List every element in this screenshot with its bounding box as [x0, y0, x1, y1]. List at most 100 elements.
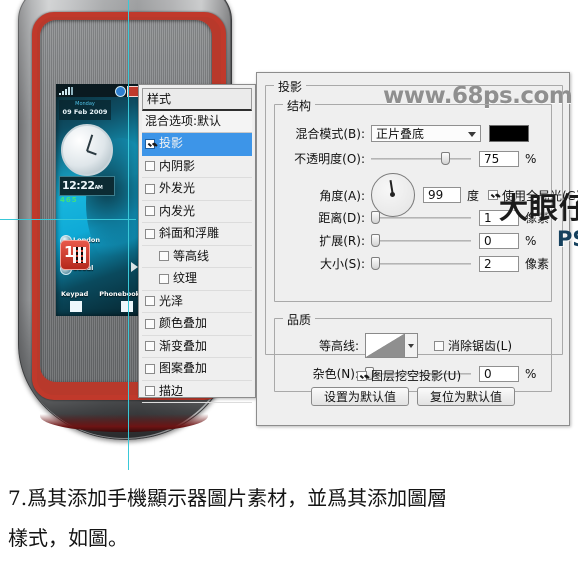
spread-row: 扩展(R): 0 %	[281, 232, 536, 249]
chevron-down-icon	[468, 132, 476, 137]
style-row-checkbox[interactable]	[145, 183, 155, 194]
blend-mode-value: 正片叠底	[376, 127, 425, 141]
style-row-label: 颜色叠加	[159, 316, 208, 330]
style-row-3[interactable]: 内发光	[142, 201, 252, 223]
lcd-softkey-right: Phonebook	[99, 290, 140, 298]
lcd-digital-clock: 12:22AM	[59, 176, 115, 196]
drop-shadow-group: 投影 结构 混合模式(B): 正片叠底 不透明度(O): 75 % 角度(A):…	[265, 78, 578, 392]
noise-label: 杂色(N):	[312, 367, 359, 381]
styles-panel-title: 样式	[142, 88, 252, 111]
reset-default-button[interactable]: 复位为默认值	[417, 387, 515, 406]
style-row-label: 渐变叠加	[159, 338, 208, 353]
contour-label: 等高线:	[318, 339, 359, 353]
style-row-1[interactable]: 内阴影	[142, 156, 252, 178]
spread-slider-knob[interactable]	[371, 233, 380, 247]
set-default-button[interactable]: 设置为默认值	[311, 387, 409, 406]
style-row-label: 内发光	[159, 203, 196, 218]
use-global-light-checkbox[interactable]	[488, 190, 499, 200]
style-row-checkbox[interactable]	[145, 161, 155, 172]
drop-shadow-options-panel: www.68ps.com 投影 结构 混合模式(B): 正片叠底 不透明度(O)…	[256, 72, 578, 426]
size-slider-knob[interactable]	[371, 256, 380, 270]
structure-group-label: 结构	[283, 97, 316, 114]
style-row-label: 内阴影	[159, 158, 196, 173]
style-row-checkbox[interactable]	[145, 386, 155, 397]
style-row-checkbox[interactable]	[145, 228, 155, 239]
distance-label: 距离(D):	[318, 211, 365, 225]
distance-slider[interactable]	[371, 210, 471, 225]
style-row-5[interactable]: 等高线	[142, 246, 252, 268]
blend-mode-select[interactable]: 正片叠底	[371, 125, 481, 142]
lcd-time: 12:22	[62, 179, 95, 192]
lcd-analog-clock	[61, 124, 113, 176]
angle-label: 角度(A):	[319, 188, 365, 203]
phonebook-icon	[121, 301, 133, 312]
antialias-checkbox[interactable]	[434, 340, 444, 351]
style-row-8[interactable]: 颜色叠加	[142, 313, 252, 336]
distance-row: 距离(D): 1 像素	[281, 209, 549, 226]
distance-input[interactable]: 1	[479, 209, 519, 226]
size-slider-track	[371, 262, 471, 265]
size-slider[interactable]	[371, 256, 471, 271]
contour-dropdown-button[interactable]	[405, 333, 418, 358]
signal-bars-icon	[59, 87, 74, 95]
opacity-slider-knob[interactable]	[441, 151, 450, 165]
contour-curve-graphic	[366, 334, 404, 357]
lcd-time-row: 12:22AM	[60, 177, 114, 197]
style-row-checkbox[interactable]	[145, 296, 155, 307]
style-row-11[interactable]: 描边	[142, 381, 252, 403]
opacity-label: 不透明度(O):	[294, 152, 365, 166]
lcd-ampm: AM	[94, 185, 103, 191]
lcd-status-bar	[56, 84, 142, 97]
caption-text: 7.爲其添加手機顯示器圖片素材，並爲其添加圖層 樣式，如圖。	[8, 478, 574, 558]
style-row-checkbox[interactable]	[145, 341, 155, 352]
lcd-weekday: Monday	[75, 101, 95, 107]
style-row-4[interactable]: 斜面和浮雕	[142, 223, 252, 246]
style-row-label: 投影	[159, 136, 184, 150]
style-row-checkbox[interactable]	[145, 363, 155, 374]
opacity-unit: %	[525, 151, 537, 166]
layer-styles-panel: 样式 混合选项:默认 投影内阴影外发光内发光斜面和浮雕等高线纹理光泽颜色叠加渐变…	[138, 84, 256, 403]
style-row-0[interactable]: 投影	[142, 133, 252, 156]
lcd-date: 09 Feb 2009	[62, 108, 108, 116]
opacity-slider[interactable]	[371, 151, 471, 166]
distance-slider-knob[interactable]	[371, 210, 380, 224]
style-row-checkbox[interactable]	[145, 206, 155, 217]
knockout-checkbox[interactable]	[357, 370, 367, 381]
style-row-2[interactable]: 外发光	[142, 178, 252, 201]
angle-input[interactable]: 99	[423, 187, 461, 203]
size-label: 大小(S):	[319, 257, 365, 271]
style-row-label: 纹理	[173, 271, 198, 285]
guide-line-horizontal	[0, 219, 136, 220]
keypad-grid-icon	[73, 247, 86, 263]
spread-slider[interactable]	[371, 233, 471, 248]
style-row-label: 斜面和浮雕	[159, 226, 220, 240]
blending-options-row[interactable]: 混合选项:默认	[142, 111, 252, 133]
style-row-10[interactable]: 图案叠加	[142, 358, 252, 381]
style-row-label: 图案叠加	[159, 361, 208, 375]
noise-input[interactable]: 0	[479, 365, 519, 382]
opacity-input[interactable]: 75	[479, 150, 519, 167]
structure-group: 结构 混合模式(B): 正片叠底 不透明度(O): 75 % 角度(A): 99…	[274, 97, 578, 302]
angle-dial-hub	[390, 192, 395, 197]
distance-unit: 像素	[525, 211, 550, 225]
blend-mode-label: 混合模式(B):	[295, 127, 365, 141]
style-row-label: 光泽	[159, 293, 184, 308]
distance-slider-track	[371, 216, 471, 219]
style-row-checkbox[interactable]	[145, 138, 155, 149]
spread-input[interactable]: 0	[479, 232, 519, 249]
style-row-checkbox[interactable]	[159, 273, 169, 284]
size-input[interactable]: 2	[479, 255, 519, 272]
style-row-checkbox[interactable]	[145, 318, 155, 329]
contour-preview-swatch[interactable]	[365, 333, 405, 358]
style-row-7[interactable]: 光泽	[142, 291, 252, 313]
size-unit: 像素	[525, 257, 550, 271]
blend-mode-row: 混合模式(B): 正片叠底	[281, 125, 529, 142]
keypad-icon	[70, 301, 82, 312]
quality-group-label: 品质	[283, 311, 316, 328]
style-row-9[interactable]: 渐变叠加	[142, 336, 252, 358]
style-row-checkbox[interactable]	[159, 251, 169, 262]
style-row-label: 等高线	[173, 248, 210, 263]
style-row-6[interactable]: 纹理	[142, 268, 252, 291]
shadow-color-swatch[interactable]	[489, 125, 529, 142]
lcd-date-widget: Monday 09 Feb 2009	[59, 100, 111, 120]
